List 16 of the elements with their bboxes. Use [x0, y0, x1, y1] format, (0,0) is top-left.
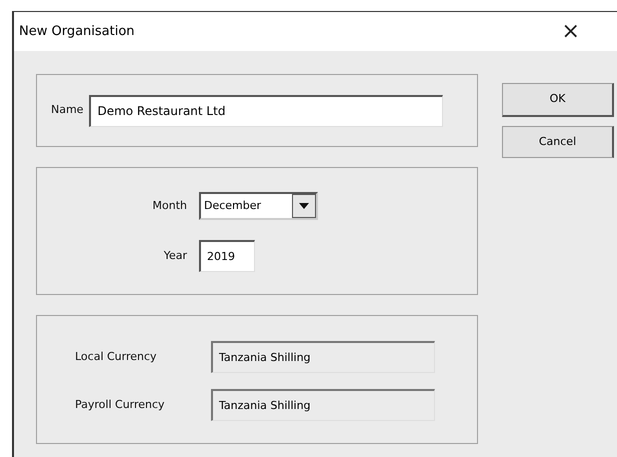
window-title: New Organisation	[19, 22, 135, 41]
dialog-button[interactable]: OK	[502, 83, 614, 117]
close-button[interactable]: ×	[558, 20, 584, 42]
year-field[interactable]: 2019	[199, 240, 255, 272]
dialog-button[interactable]: Cancel	[502, 126, 614, 158]
dropdown-arrow-icon[interactable]	[292, 194, 316, 218]
field-label: Local Currency	[74, 348, 158, 365]
field-label: Name	[51, 102, 84, 118]
name-field[interactable]: Demo Restaurant Ltd	[89, 94, 444, 126]
currency-field[interactable]: Tanzania Shilling	[211, 341, 435, 373]
currency-field[interactable]: Tanzania Shilling	[211, 389, 435, 421]
field-label: Month	[152, 198, 188, 214]
field-label: Year	[162, 248, 188, 264]
dropdown-value: December	[203, 198, 262, 214]
month-dropdown[interactable]: December	[199, 192, 318, 220]
field-label: Payroll Currency	[74, 396, 166, 413]
